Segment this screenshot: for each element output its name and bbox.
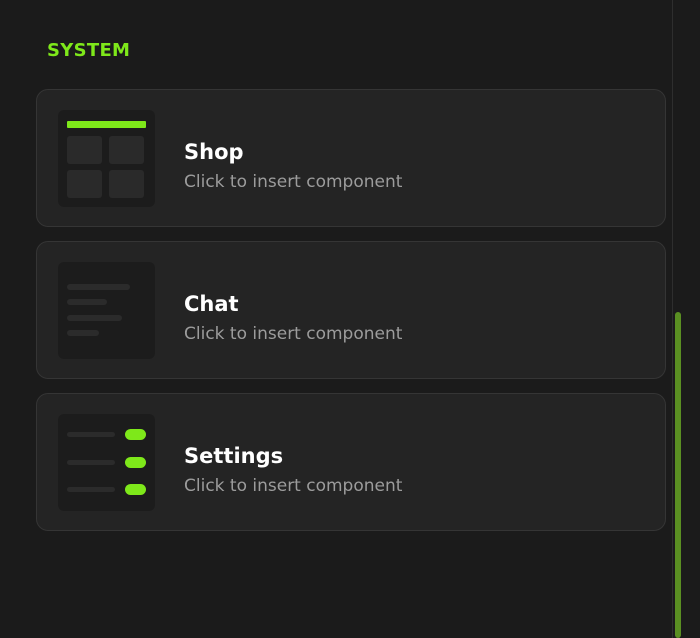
shop-grid-icon [58, 110, 155, 207]
card-subtitle: Click to insert component [184, 476, 403, 496]
card-title: Shop [184, 140, 244, 164]
chat-line [67, 284, 130, 290]
chat-component-card[interactable]: Chat Click to insert component [36, 241, 666, 379]
shop-grid-cell [109, 170, 144, 198]
shop-grid-cell [109, 136, 144, 164]
chat-line [67, 330, 99, 336]
card-subtitle: Click to insert component [184, 324, 403, 344]
card-subtitle: Click to insert component [184, 172, 403, 192]
section-title: SYSTEM [47, 40, 131, 61]
settings-line [67, 432, 115, 437]
shop-grid-cell [67, 170, 102, 198]
chat-lines-icon [58, 262, 155, 359]
scrollbar-thumb[interactable] [675, 312, 681, 638]
chat-line [67, 315, 122, 321]
toggle-icon [125, 457, 146, 468]
settings-line [67, 487, 115, 492]
settings-component-card[interactable]: Settings Click to insert component [36, 393, 666, 531]
settings-line [67, 460, 115, 465]
shop-grid-cell [67, 136, 102, 164]
components-panel: SYSTEM Shop Click to insert component Ch… [0, 0, 672, 638]
settings-toggles-icon [58, 414, 155, 511]
card-title: Settings [184, 444, 284, 468]
toggle-icon [125, 429, 146, 440]
card-title: Chat [184, 292, 239, 316]
shop-header-bar [67, 121, 146, 128]
toggle-icon [125, 484, 146, 495]
chat-line [67, 299, 107, 305]
shop-component-card[interactable]: Shop Click to insert component [36, 89, 666, 227]
